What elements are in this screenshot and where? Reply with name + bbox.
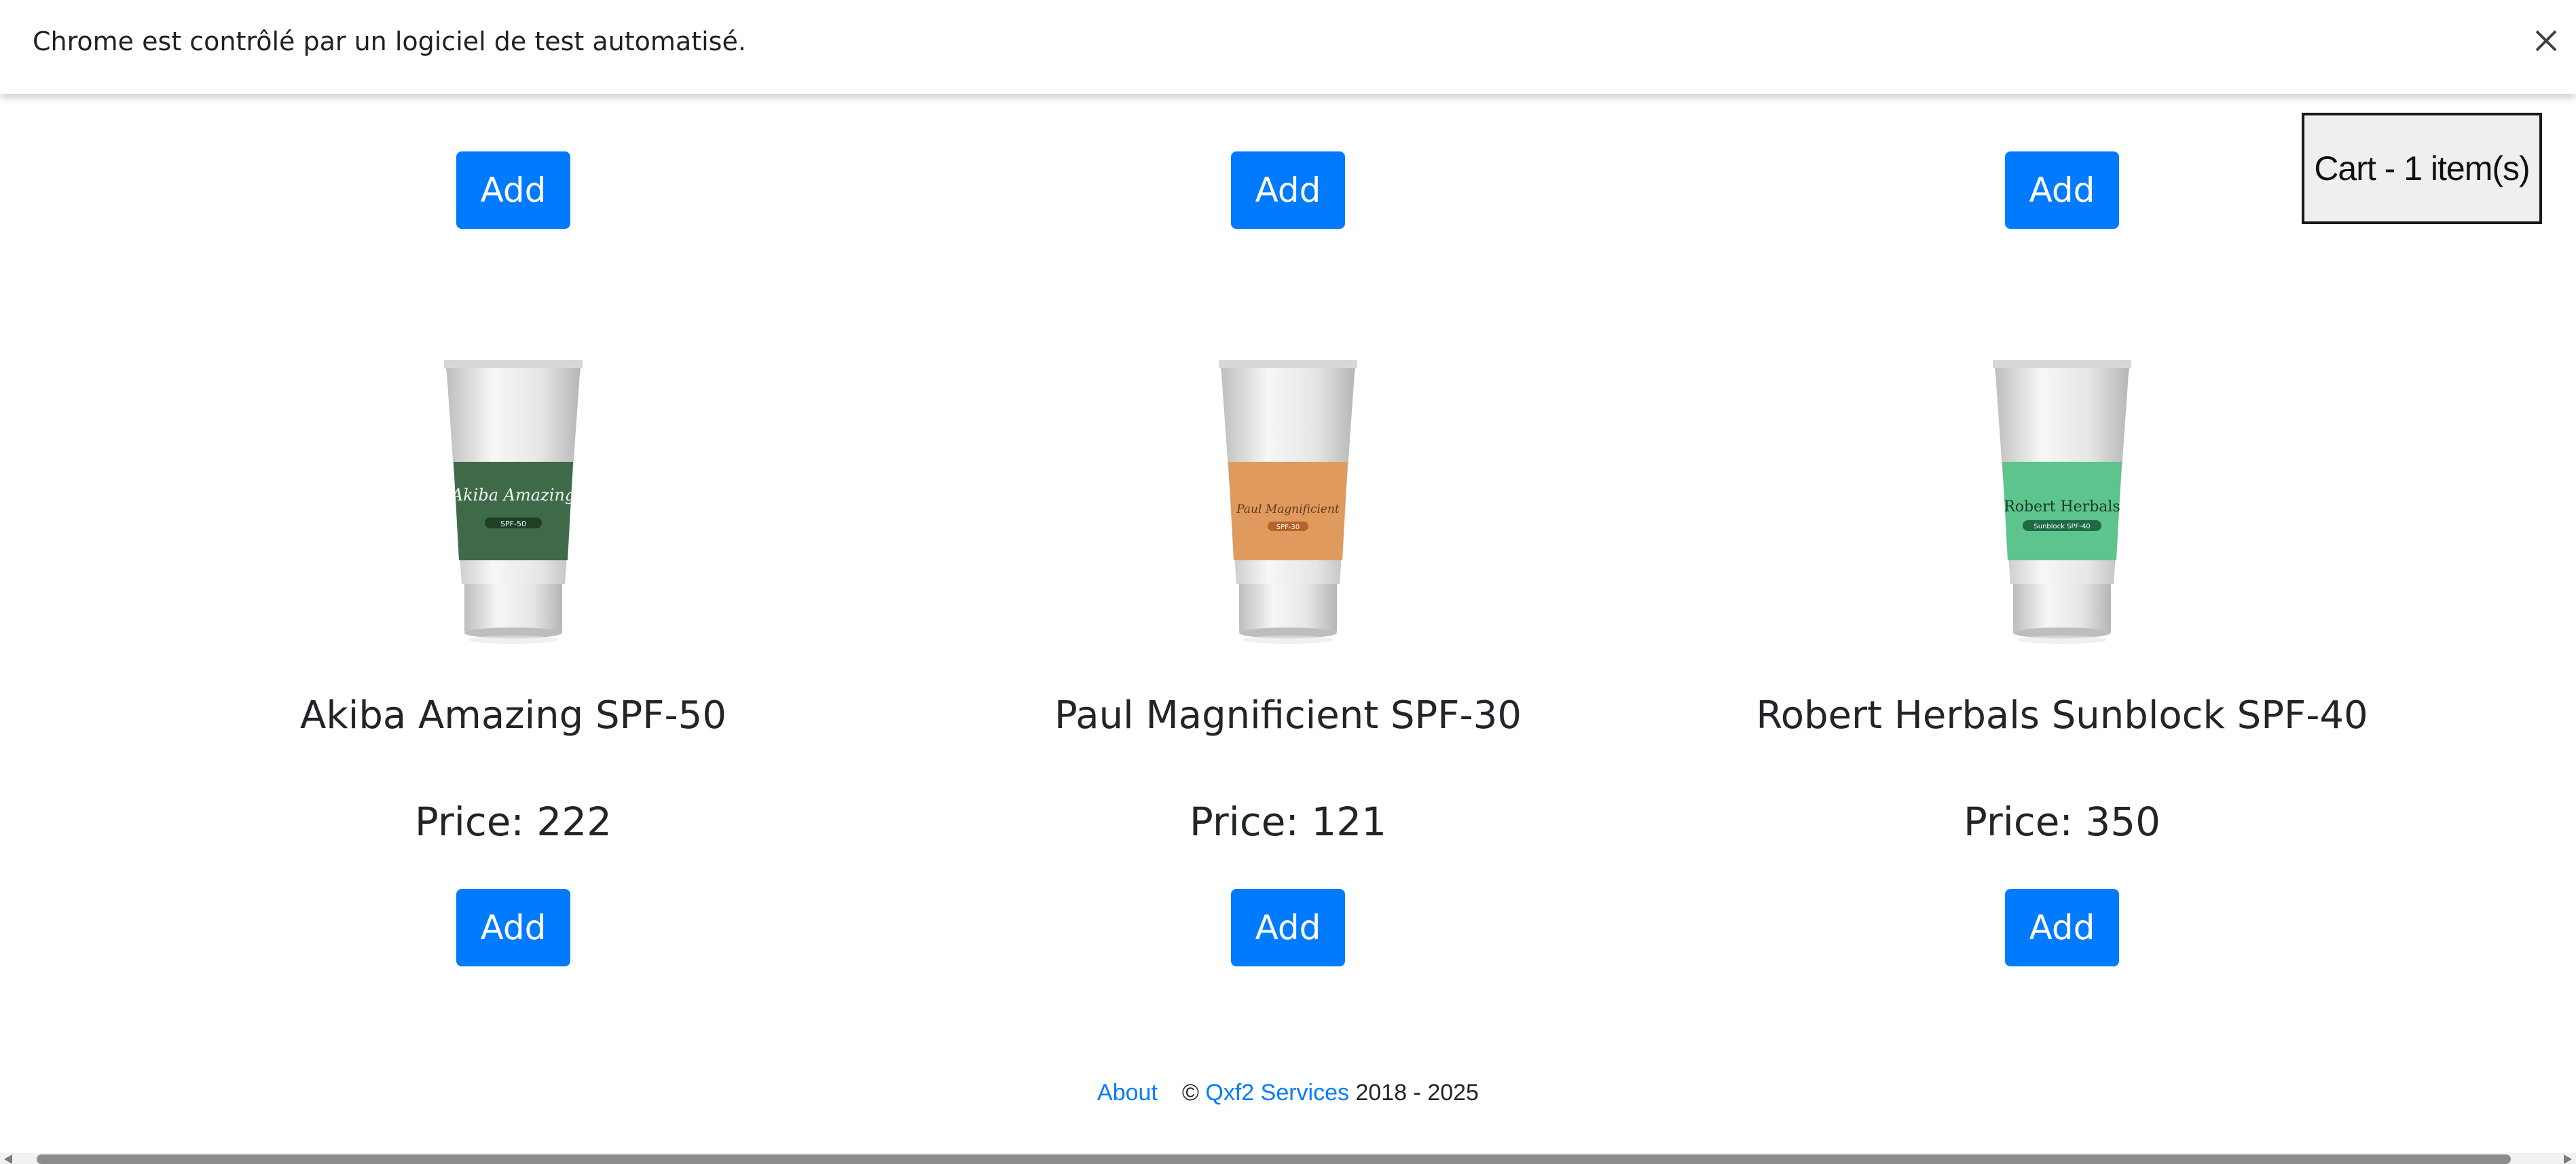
product-price-robert: Price: 350	[1963, 799, 2161, 845]
product-price-akiba: Price: 222	[414, 799, 612, 845]
company-link[interactable]: Qxf2 Services	[1205, 1080, 1349, 1106]
horizontal-scrollbar[interactable]	[0, 1153, 2576, 1164]
copyright-symbol: ©	[1181, 1080, 1199, 1106]
svg-text:Paul Magnificient: Paul Magnificient	[1236, 503, 1340, 516]
add-button-top-3[interactable]: Add	[2005, 151, 2119, 229]
automation-infobar: Chrome est contrôlé par un logiciel de t…	[0, 0, 2576, 94]
footer: About © Qxf2 Services 2018 - 2025	[0, 1076, 2576, 1110]
product-image-paul: Paul Magnificient SPF-30	[1219, 360, 1357, 644]
product-image-robert: Robert Herbals Sunblock SPF-40	[1993, 360, 2131, 644]
add-button-top-1[interactable]: Add	[456, 151, 570, 229]
svg-text:Sunblock SPF-40: Sunblock SPF-40	[2034, 523, 2090, 530]
add-button-robert[interactable]: Add	[2005, 889, 2119, 966]
svg-text:Robert Herbals: Robert Herbals	[2004, 498, 2120, 515]
scroll-left-arrow-icon[interactable]	[4, 1154, 12, 1164]
svg-text:SPF-50: SPF-50	[500, 520, 526, 528]
product-column-1: Price: Rs. 110 Add Akiba Amazing SPF-50 …	[126, 0, 900, 1019]
product-column-2: Price: Rs. 230 Add Paul Magnificient SPF…	[901, 0, 1675, 1019]
infobar-close-button[interactable]	[2527, 22, 2565, 60]
copyright-years: 2018 - 2025	[1355, 1080, 1479, 1106]
product-image-akiba: Akiba Amazing SPF-50	[444, 360, 583, 644]
product-name-paul: Paul Magnificient SPF-30	[1054, 693, 1522, 738]
svg-text:SPF-30: SPF-30	[1276, 524, 1300, 531]
page: Chrome est contrôlé par un logiciel de t…	[0, 0, 2576, 1164]
product-price-paul: Price: 121	[1189, 799, 1387, 845]
scroll-right-arrow-icon[interactable]	[2564, 1154, 2572, 1164]
product-name-akiba: Akiba Amazing SPF-50	[300, 693, 726, 738]
add-button-top-2[interactable]: Add	[1231, 151, 1345, 229]
close-icon	[2535, 30, 2557, 52]
add-button-paul[interactable]: Add	[1231, 889, 1345, 966]
cart-button[interactable]: Cart - 1 item(s)	[2302, 113, 2542, 224]
svg-text:Akiba Amazing: Akiba Amazing	[450, 486, 575, 505]
scrollbar-thumb[interactable]	[37, 1154, 2511, 1164]
add-button-akiba[interactable]: Add	[456, 889, 570, 966]
infobar-message: Chrome est contrôlé par un logiciel de t…	[33, 26, 746, 56]
product-name-robert: Robert Herbals Sunblock SPF-40	[1756, 693, 2368, 738]
about-link[interactable]: About	[1097, 1080, 1158, 1106]
